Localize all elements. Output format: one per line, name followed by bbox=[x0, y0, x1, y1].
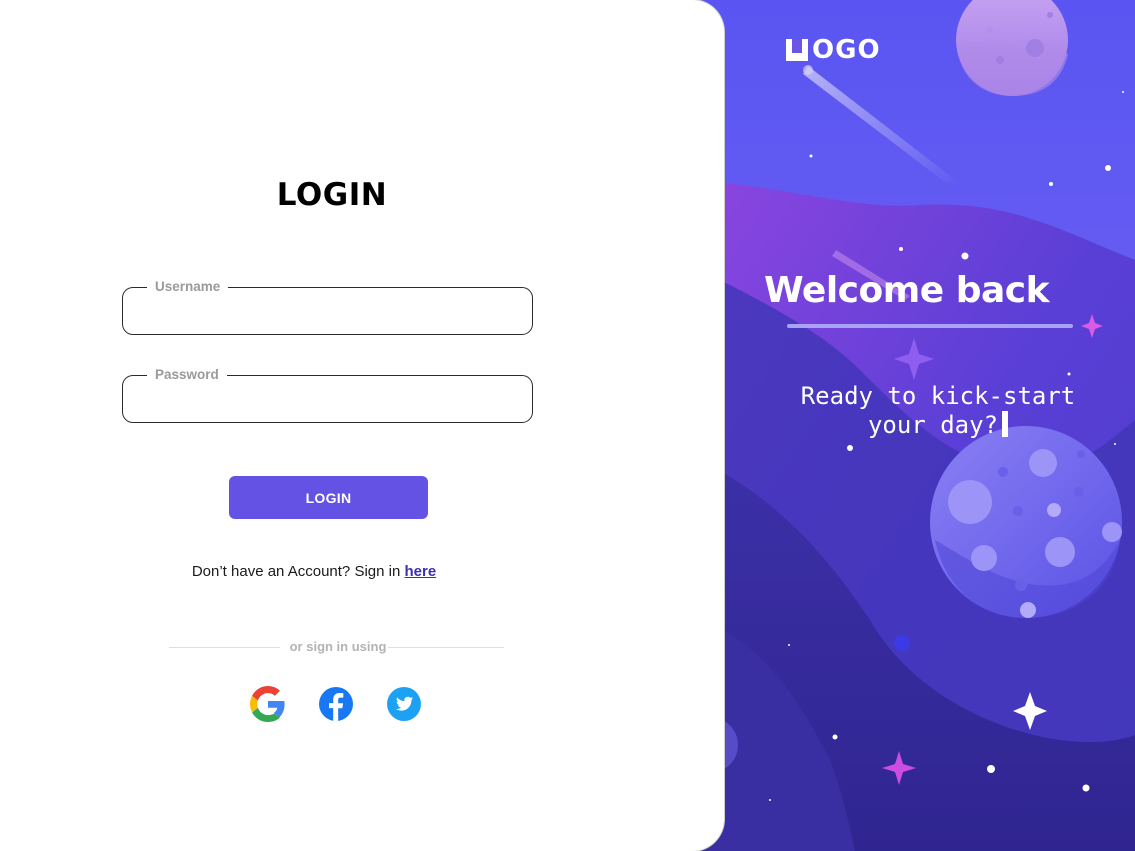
brand-logo[interactable]: OGO bbox=[786, 37, 881, 63]
welcome-underline bbox=[787, 324, 1073, 328]
logo-mark-icon bbox=[786, 39, 808, 61]
google-icon bbox=[250, 686, 285, 722]
tagline-line2: your day? bbox=[867, 411, 999, 439]
password-label: Password bbox=[147, 367, 227, 383]
tagline-line1: Ready to kick-start bbox=[800, 382, 1076, 410]
twitter-icon bbox=[387, 687, 421, 721]
username-label: Username bbox=[147, 279, 229, 295]
text-cursor bbox=[1002, 411, 1009, 437]
facebook-signin-button[interactable] bbox=[318, 686, 354, 722]
divider-label: or sign in using bbox=[289, 639, 387, 654]
tagline: Ready to kick-start your day? bbox=[788, 382, 1088, 440]
moon-planet bbox=[930, 426, 1122, 618]
login-button[interactable]: LOGIN bbox=[229, 476, 428, 519]
page-title: LOGIN bbox=[276, 177, 388, 213]
google-signin-button[interactable] bbox=[250, 686, 286, 722]
username-field[interactable]: Username bbox=[122, 279, 533, 335]
logo-text: OGO bbox=[812, 35, 881, 65]
signup-text: Don’t have an Account? Sign in bbox=[191, 563, 405, 580]
welcome-title: Welcome back bbox=[764, 270, 1050, 311]
divider-right bbox=[388, 647, 504, 648]
divider-left bbox=[169, 647, 280, 648]
signup-link[interactable]: here bbox=[404, 563, 436, 580]
password-field[interactable]: Password bbox=[122, 367, 533, 423]
login-card: LOGIN Username Password LOGIN Don’t have… bbox=[0, 0, 724, 851]
signup-prompt: Don’t have an Account? Sign in here bbox=[0, 563, 628, 580]
twitter-signin-button[interactable] bbox=[386, 686, 422, 722]
facebook-icon bbox=[319, 687, 353, 721]
